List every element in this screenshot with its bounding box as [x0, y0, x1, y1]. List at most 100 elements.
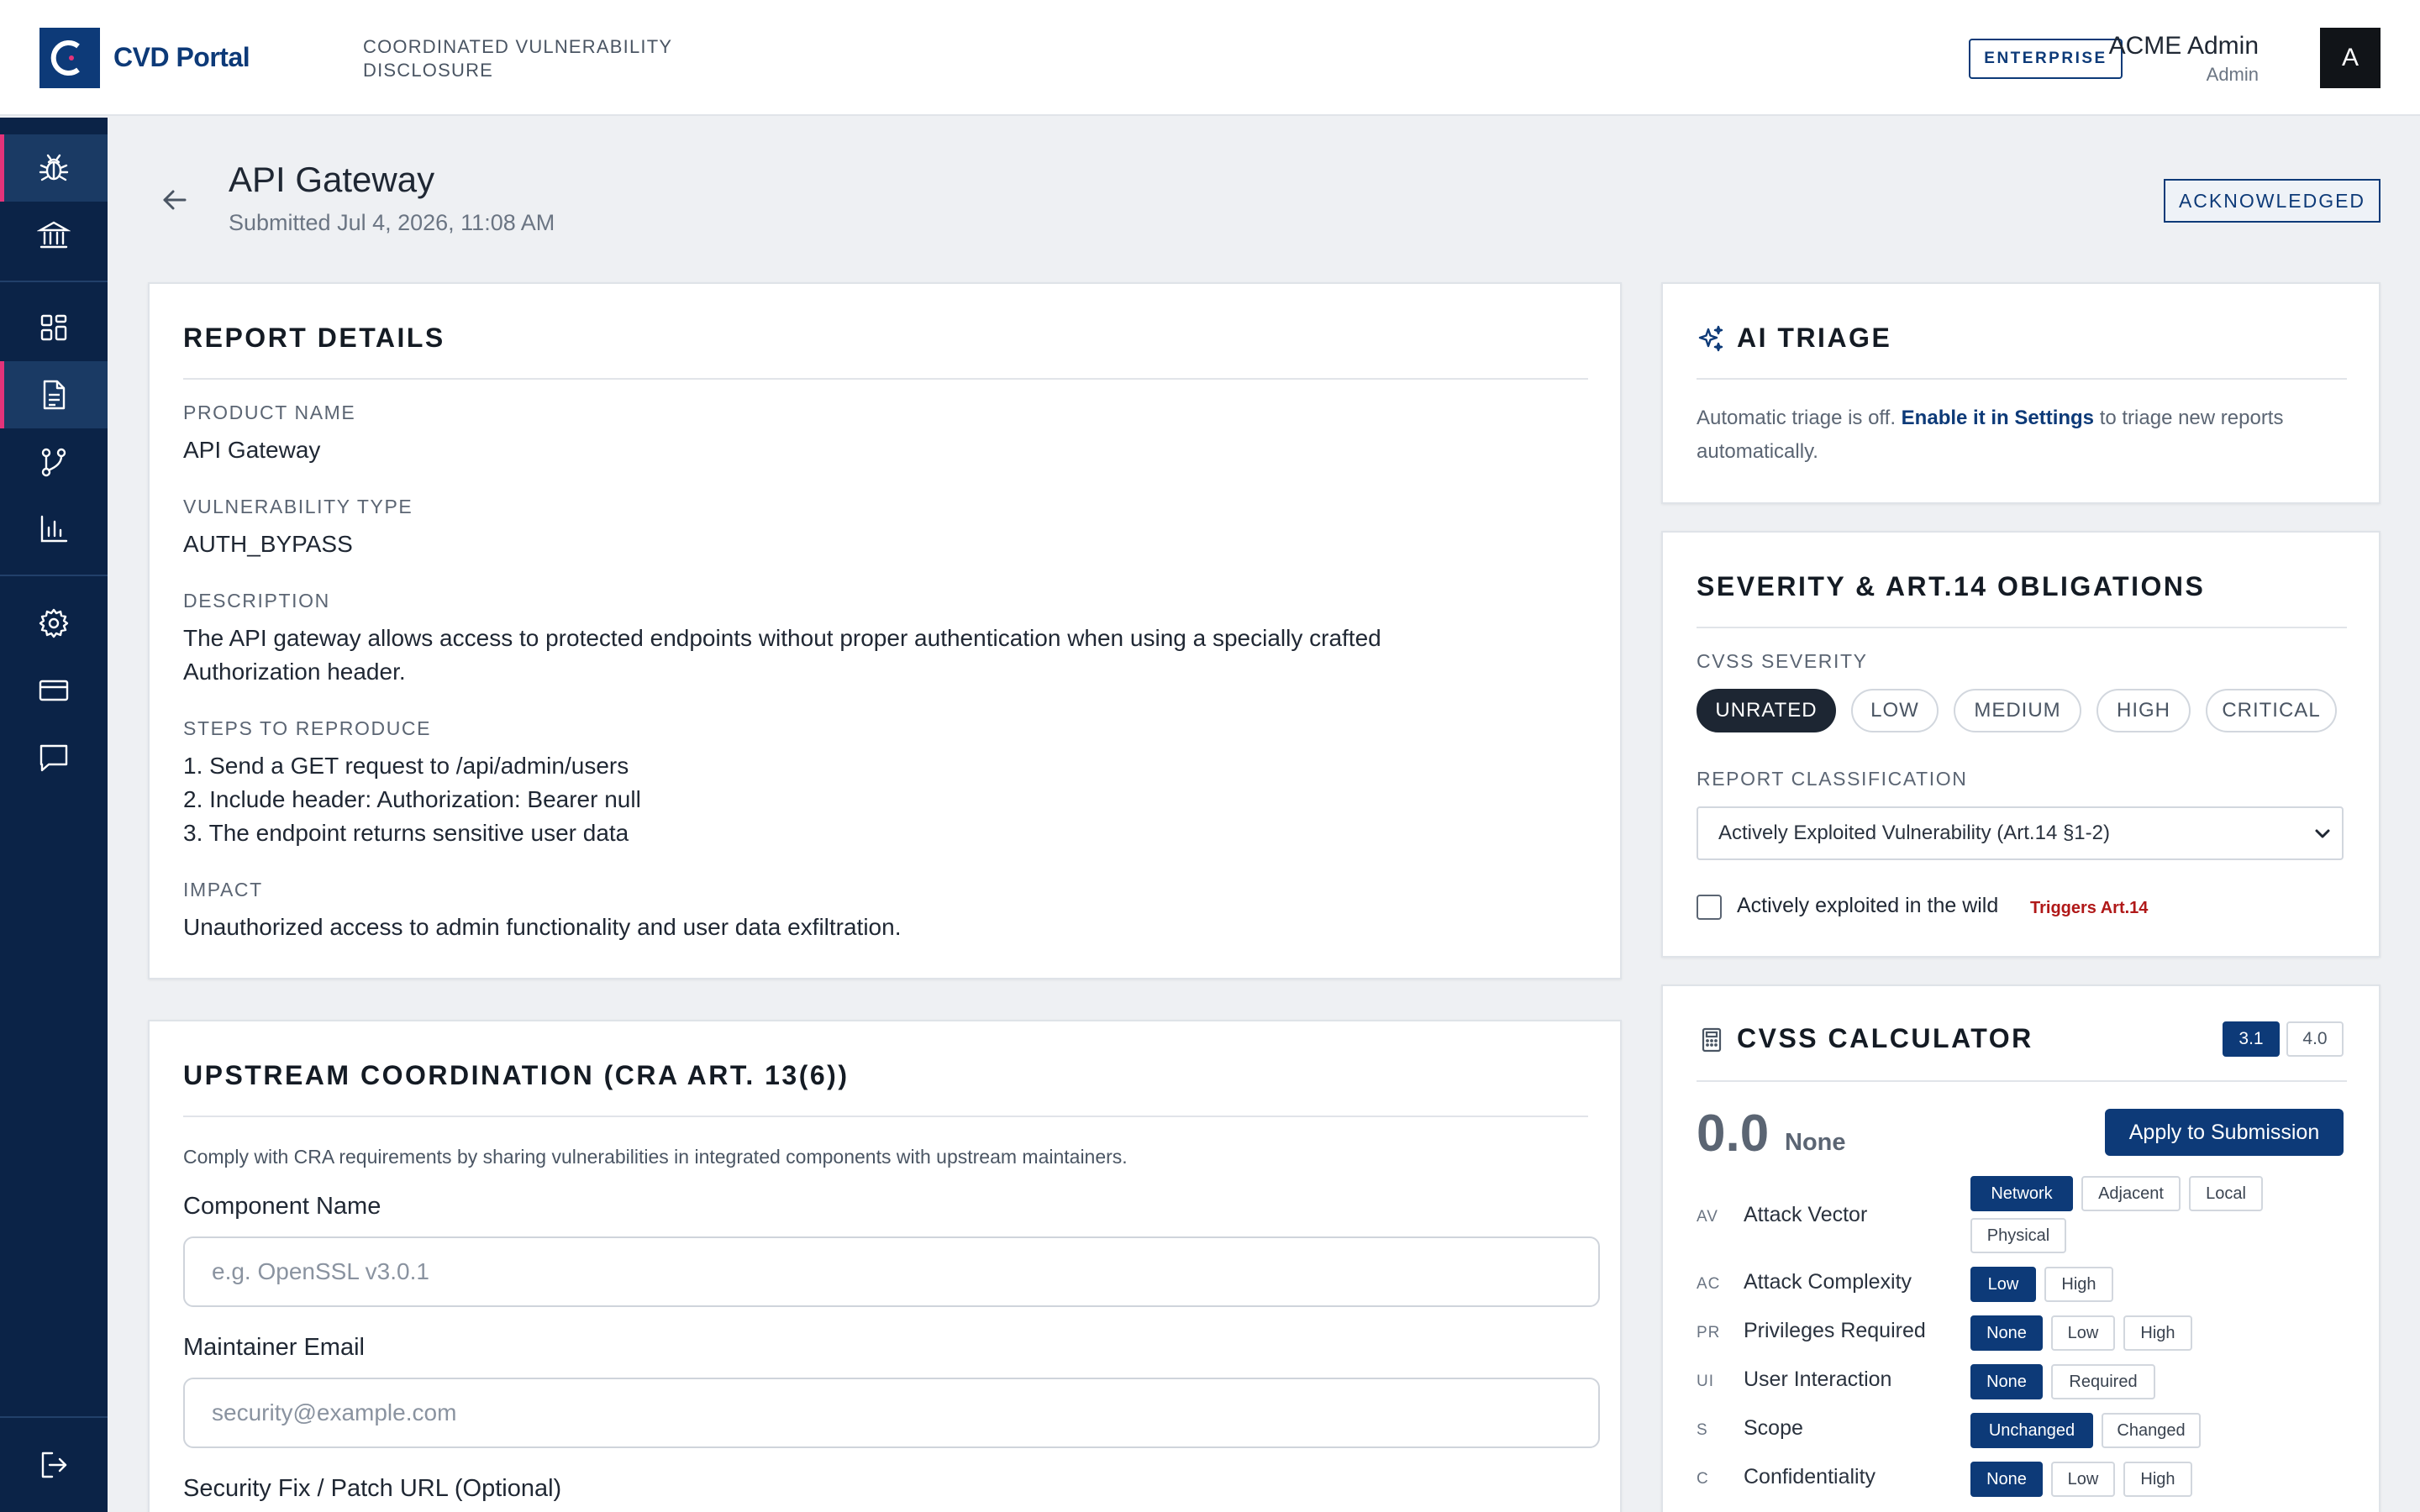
cvss-score: 0.0	[1697, 1105, 1770, 1163]
classification-select[interactable]: Actively Exploited Vulnerability (Art.14…	[1697, 806, 2344, 860]
cvss-version-40[interactable]: 4.0	[2286, 1021, 2344, 1057]
severity-pill-low[interactable]: LOW	[1851, 689, 1939, 732]
card-divider	[1697, 378, 2347, 380]
component-name-label: Component Name	[183, 1193, 381, 1220]
av-option-adjacent[interactable]: Adjacent	[2081, 1176, 2181, 1211]
cvss-severity-label: CVSS SEVERITY	[1697, 650, 1868, 672]
back-button[interactable]	[158, 183, 192, 217]
metric-abbr: S	[1697, 1421, 1708, 1439]
sidebar-item-analytics[interactable]	[0, 496, 108, 563]
ai-triage-title: AI TRIAGE	[1737, 323, 1892, 353]
severity-pill-critical[interactable]: CRITICAL	[2206, 689, 2337, 732]
av-option-physical[interactable]: Physical	[1970, 1218, 2066, 1253]
type-label: VULNERABILITY TYPE	[183, 496, 413, 517]
chat-icon	[39, 744, 68, 772]
dashboard-icon	[40, 314, 67, 341]
sidebar-divider	[0, 575, 108, 576]
user-name[interactable]: ACME Admin	[2109, 32, 2259, 60]
product-label: PRODUCT NAME	[183, 402, 356, 423]
pr-option-none[interactable]: None	[1970, 1315, 2043, 1351]
plan-badge: ENTERPRISE	[1969, 39, 2123, 79]
sidebar-divider	[0, 281, 108, 282]
report-details-card: REPORT DETAILS PRODUCT NAME API Gateway …	[148, 282, 1622, 979]
card-divider	[1697, 1080, 2347, 1082]
sidebar-item-messages[interactable]	[0, 724, 108, 791]
ui-option-required[interactable]: Required	[2051, 1364, 2155, 1399]
c-option-none[interactable]: None	[1970, 1462, 2043, 1497]
type-value: AUTH_BYPASS	[183, 531, 353, 557]
severity-card: SEVERITY & ART.14 OBLIGATIONS CVSS SEVER…	[1661, 531, 2381, 958]
av-option-network[interactable]: Network	[1970, 1176, 2073, 1211]
sidebar-item-reports[interactable]	[0, 134, 108, 202]
art14-flag: Triggers Art.14	[2030, 899, 2149, 917]
logo-icon[interactable]	[39, 28, 100, 88]
ac-option-low[interactable]: Low	[1970, 1267, 2036, 1302]
sidebar-item-logout[interactable]	[0, 1431, 108, 1499]
maintainer-email-input[interactable]	[183, 1378, 1600, 1448]
metric-name: Attack Complexity	[1744, 1270, 1912, 1294]
sidebar-item-dashboard[interactable]	[0, 294, 108, 361]
metric-abbr: AC	[1697, 1275, 1721, 1293]
description-line: The API gateway allows access to protect…	[183, 625, 1381, 651]
av-option-local[interactable]: Local	[2189, 1176, 2263, 1211]
status-badge[interactable]: ACKNOWLEDGED	[2164, 179, 2381, 223]
ui-option-none[interactable]: None	[1970, 1364, 2043, 1399]
card-divider	[183, 1116, 1588, 1117]
sidebar-item-workflows[interactable]	[0, 428, 108, 496]
maintainer-email-label: Maintainer Email	[183, 1334, 365, 1361]
pr-option-low[interactable]: Low	[2051, 1315, 2115, 1351]
credit-card-icon	[39, 680, 69, 701]
brand-name[interactable]: CVD Portal	[113, 42, 250, 73]
scope-option-unchanged[interactable]: Unchanged	[1970, 1413, 2093, 1448]
severity-pill-unrated[interactable]: UNRATED	[1697, 689, 1836, 732]
ai-triage-card: AI TRIAGE Automatic triage is off. Enabl…	[1661, 282, 2381, 504]
brand-tagline: Coordinated Vulnerability Disclosure	[363, 36, 672, 81]
git-branch-icon	[41, 448, 66, 477]
upstream-coordination-card: UPSTREAM COORDINATION (CRA ART. 13(6)) C…	[148, 1020, 1622, 1512]
sidebar-item-authorities[interactable]	[0, 202, 108, 269]
sidebar-item-billing[interactable]	[0, 657, 108, 724]
pr-option-high[interactable]: High	[2123, 1315, 2192, 1351]
scope-option-changed[interactable]: Changed	[2102, 1413, 2201, 1448]
step-item: 1. Send a GET request to /api/admin/user…	[183, 753, 629, 779]
upstream-title: UPSTREAM COORDINATION (CRA ART. 13(6))	[183, 1060, 850, 1090]
severity-title: SEVERITY & ART.14 OBLIGATIONS	[1697, 571, 2206, 601]
metric-name: Privileges Required	[1744, 1319, 1926, 1342]
metric-abbr: PR	[1697, 1324, 1721, 1341]
sidebar-item-submissions[interactable]	[0, 361, 108, 428]
ac-option-high[interactable]: High	[2044, 1267, 2113, 1302]
triage-message: Automatic triage is off. Enable it in Se…	[1697, 402, 2352, 469]
triage-text: Automatic triage is off.	[1697, 407, 1902, 429]
sidebar-divider	[0, 1416, 108, 1418]
top-header: CVD Portal Coordinated Vulnerability Dis…	[0, 0, 2420, 116]
avatar[interactable]: A	[2320, 28, 2381, 88]
exploited-label[interactable]: Actively exploited in the wild	[1737, 894, 1998, 918]
sidebar-item-settings[interactable]	[0, 590, 108, 657]
metric-name: Attack Vector	[1744, 1203, 1868, 1226]
cvss-calculator-title: CVSS CALCULATOR	[1737, 1023, 2033, 1053]
submitted-date: Submitted Jul 4, 2026, 11:08 AM	[229, 210, 555, 235]
severity-pill-medium[interactable]: MEDIUM	[1954, 689, 2081, 732]
classification-value: Actively Exploited Vulnerability (Art.14…	[1718, 822, 2110, 844]
product-value: API Gateway	[183, 437, 321, 463]
chart-icon	[40, 515, 68, 543]
cvss-version-31[interactable]: 3.1	[2223, 1021, 2280, 1057]
step-item: 2. Include header: Authorization: Bearer…	[183, 786, 641, 812]
page-title: API Gateway	[229, 160, 435, 199]
patch-url-label: Security Fix / Patch URL (Optional)	[183, 1475, 562, 1502]
cvss-rating: None	[1785, 1129, 1846, 1156]
severity-pill-high[interactable]: HIGH	[2096, 689, 2191, 732]
c-option-low[interactable]: Low	[2051, 1462, 2115, 1497]
metric-abbr: AV	[1697, 1208, 1718, 1226]
apply-to-submission-button[interactable]: Apply to Submission	[2105, 1109, 2344, 1156]
component-name-input[interactable]	[183, 1236, 1600, 1307]
c-option-high[interactable]: High	[2123, 1462, 2192, 1497]
enable-settings-link[interactable]: Enable it in Settings	[1902, 407, 2094, 429]
impact-label: IMPACT	[183, 879, 263, 900]
bug-icon	[39, 154, 69, 181]
exploited-checkbox[interactable]	[1697, 895, 1722, 920]
metric-name: Scope	[1744, 1416, 1803, 1440]
logout-icon	[41, 1452, 67, 1478]
card-divider	[183, 378, 1588, 380]
metric-abbr: UI	[1697, 1373, 1714, 1390]
